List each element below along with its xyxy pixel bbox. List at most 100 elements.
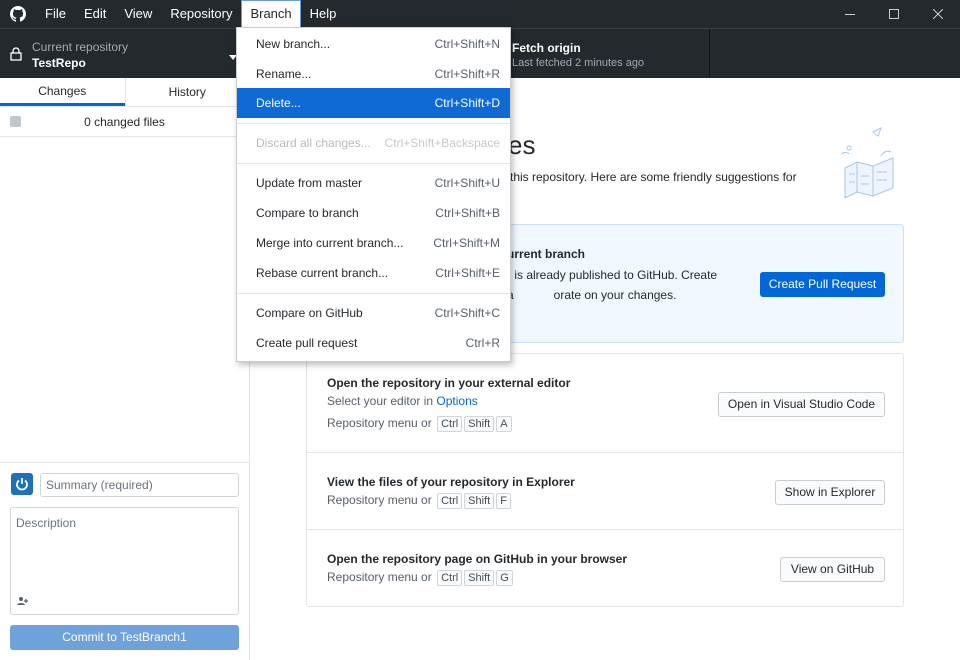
tab-history[interactable]: History <box>124 78 250 106</box>
row-title: Open the repository page on GitHub in yo… <box>327 552 628 566</box>
menu-item-rename[interactable]: Rename... Ctrl+Shift+R <box>237 59 510 89</box>
shortcut-prefix: Repository menu or <box>327 570 432 584</box>
shortcut-prefix: Repository menu or <box>327 416 432 430</box>
row-title: View the files of your repository in Exp… <box>327 475 575 489</box>
intro-text: this repository. Here are some friendly … <box>510 170 797 184</box>
key-shift: Shift <box>464 493 495 509</box>
menu-item-label: Create pull request <box>256 336 358 350</box>
sidebar-tabs: Changes History <box>0 78 249 107</box>
row-shortcut: Repository menu or Ctrl Shift F <box>327 493 511 509</box>
fetch-origin-button[interactable]: Fetch origin Last fetched 2 minutes ago <box>480 29 710 78</box>
key-ctrl: Ctrl <box>437 416 463 432</box>
repository-name: TestRepo <box>32 56 86 70</box>
row-title: Open the repository in your external edi… <box>327 376 571 390</box>
list-item: View the files of your repository in Exp… <box>307 453 903 530</box>
show-in-explorer-button[interactable]: Show in Explorer <box>775 480 885 505</box>
menu-item-shortcut: Ctrl+Shift+N <box>434 37 500 51</box>
menu-view[interactable]: View <box>115 0 161 28</box>
changed-files-count: 0 changed files <box>84 115 165 129</box>
menu-item-label: New branch... <box>256 37 331 51</box>
menu-item-shortcut: Ctrl+Shift+B <box>435 206 500 220</box>
key-shift: Shift <box>464 570 495 586</box>
menu-file[interactable]: File <box>36 0 75 28</box>
menu-item-label: Rename... <box>256 67 312 81</box>
list-item: Open the repository page on GitHub in yo… <box>307 530 903 606</box>
menu-item-shortcut: Ctrl+R <box>465 336 500 350</box>
row-subtitle-prefix: Select your editor in <box>327 394 434 408</box>
menu-item-label: Merge into current branch... <box>256 236 404 250</box>
list-item: Open the repository in your external edi… <box>307 354 903 453</box>
menu-item-label: Discard all changes... <box>256 136 371 150</box>
menu-item-merge-into-current-branch[interactable]: Merge into current branch... Ctrl+Shift+… <box>237 228 510 258</box>
window-controls <box>828 0 960 28</box>
open-in-vscode-button[interactable]: Open in Visual Studio Code <box>718 392 885 417</box>
title-bar: File Edit View Repository Branch Help <box>0 0 960 28</box>
menu-item-label: Rebase current branch... <box>256 266 389 280</box>
github-logo-icon <box>0 0 36 28</box>
options-link[interactable]: Options <box>436 394 477 408</box>
menu-item-update-from-master[interactable]: Update from master Ctrl+Shift+U <box>237 168 510 198</box>
menu-separator <box>237 123 510 124</box>
key-shift: Shift <box>464 416 495 432</box>
menu-item-shortcut: Ctrl+Shift+E <box>435 266 500 280</box>
row-shortcut: Repository menu or Ctrl Shift A <box>327 416 512 432</box>
create-pull-request-button[interactable]: Create Pull Request <box>760 272 885 297</box>
fetch-label: Fetch origin <box>512 41 581 55</box>
publish-card-title: urrent branch <box>507 247 586 261</box>
key-ctrl: Ctrl <box>437 493 463 509</box>
menu-item-shortcut: Ctrl+Shift+Backspace <box>384 136 500 150</box>
key-ctrl: Ctrl <box>437 570 463 586</box>
page-heading: es <box>508 130 536 160</box>
key-a: A <box>496 416 512 432</box>
commit-button[interactable]: Commit to TestBranch1 <box>10 625 239 650</box>
menu-separator <box>237 293 510 294</box>
select-all-checkbox[interactable] <box>10 116 21 127</box>
add-coauthor-icon[interactable] <box>17 596 29 609</box>
menu-separator <box>237 163 510 164</box>
menu-item-shortcut: Ctrl+Shift+U <box>434 176 500 190</box>
summary-input[interactable]: Summary (required) <box>40 473 239 497</box>
menu-item-label: Compare on GitHub <box>256 306 363 320</box>
menu-item-label: Delete... <box>256 96 301 110</box>
menu-item-compare-on-github[interactable]: Compare on GitHub Ctrl+Shift+C <box>237 298 510 328</box>
menu-item-shortcut: Ctrl+Shift+D <box>434 96 500 110</box>
suggestions-card: Open the repository in your external edi… <box>306 353 904 607</box>
row-shortcut: Repository menu or Ctrl Shift G <box>327 570 513 586</box>
view-on-github-button[interactable]: View on GitHub <box>780 557 885 582</box>
menu-item-rebase-current-branch[interactable]: Rebase current branch... Ctrl+Shift+E <box>237 258 510 288</box>
tab-changes[interactable]: Changes <box>0 78 125 106</box>
repository-selector[interactable]: Current repository TestRepo <box>0 29 250 78</box>
sidebar: Changes History 0 changed files Summary … <box>0 78 250 660</box>
description-input[interactable]: Description <box>10 507 239 615</box>
changed-files-header: 0 changed files <box>0 107 249 137</box>
avatar <box>11 473 33 495</box>
description-placeholder: Description <box>16 516 77 530</box>
menu-item-label: Update from master <box>256 176 363 190</box>
repository-label: Current repository <box>32 40 129 54</box>
menu-item-create-pull-request[interactable]: Create pull request Ctrl+R <box>237 328 510 358</box>
maximize-icon[interactable] <box>872 0 916 28</box>
key-f: F <box>496 493 511 509</box>
menu-item-delete[interactable]: Delete... Ctrl+Shift+D <box>237 88 510 118</box>
shortcut-prefix: Repository menu or <box>327 493 432 507</box>
menu-branch[interactable]: Branch <box>241 0 301 28</box>
minimize-icon[interactable] <box>828 0 872 28</box>
illustration-icon <box>835 126 905 204</box>
menu-item-shortcut: Ctrl+Shift+R <box>434 67 500 81</box>
publish-card-description: ) is already published to GitHub. Create… <box>507 268 718 302</box>
lock-icon <box>10 47 22 64</box>
menu-item-new-branch[interactable]: New branch... Ctrl+Shift+N <box>237 29 510 59</box>
row-subtitle: Select your editor in Options <box>327 394 478 408</box>
commit-area: Summary (required) Description Commit to… <box>0 462 250 660</box>
menu-item-shortcut: Ctrl+Shift+C <box>434 306 500 320</box>
branch-menu: New branch... Ctrl+Shift+N Rename... Ctr… <box>236 27 511 362</box>
menu-item-discard-all-changes: Discard all changes... Ctrl+Shift+Backsp… <box>237 128 510 158</box>
menu-help[interactable]: Help <box>301 0 346 28</box>
key-g: G <box>496 570 513 586</box>
menu-item-label: Compare to branch <box>256 206 359 220</box>
menu-edit[interactable]: Edit <box>75 0 115 28</box>
close-icon[interactable] <box>916 0 960 28</box>
fetch-subtitle: Last fetched 2 minutes ago <box>512 57 645 69</box>
menu-repository[interactable]: Repository <box>161 0 241 28</box>
menu-item-compare-to-branch[interactable]: Compare to branch Ctrl+Shift+B <box>237 198 510 228</box>
